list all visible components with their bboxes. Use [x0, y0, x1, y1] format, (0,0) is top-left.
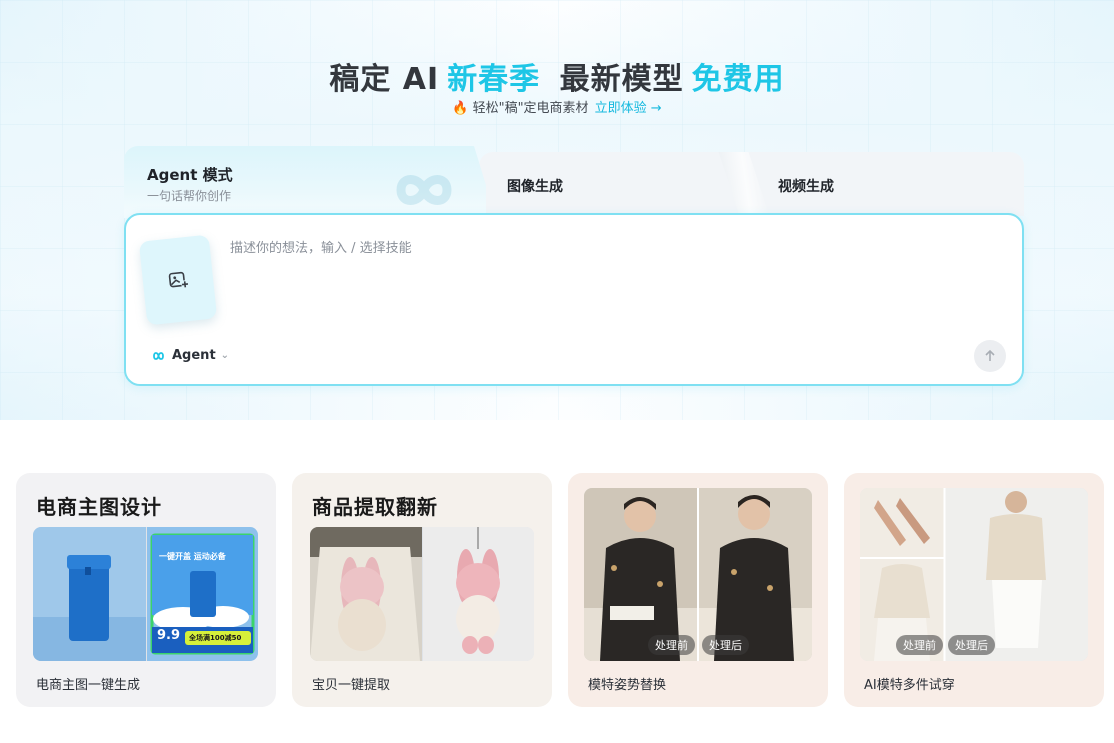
feature-card-pose-swap[interactable]: 处理前 处理后 模特姿势替换	[568, 473, 828, 707]
hero-title-highlight-1: 新春季	[447, 62, 541, 97]
feature-card-try-on[interactable]: 处理前 处理后 AI模特多件试穿	[844, 473, 1104, 707]
upload-image-button[interactable]	[138, 234, 218, 326]
card-title: 电商主图设计	[36, 495, 162, 519]
agent-selector-label: Agent	[172, 348, 216, 363]
card-caption: 模特姿势替换	[588, 678, 667, 693]
arrow-up-icon	[985, 349, 995, 361]
infinity-icon	[153, 351, 164, 360]
hero-title-highlight-2: 免费用	[691, 62, 785, 97]
before-badge: 处理前	[648, 635, 695, 655]
card-preview-image: 处理前 处理后	[584, 488, 812, 661]
hero-subtitle: 轻松"稿"定电商素材	[472, 101, 589, 116]
tab-image-generation[interactable]: 图像生成	[507, 176, 563, 196]
card-title: 商品提取翻新	[312, 495, 438, 519]
card-caption: 电商主图一键生成	[36, 678, 141, 693]
chevron-down-icon: ⌄	[220, 350, 230, 361]
tab-agent-label: Agent 模式	[147, 166, 233, 184]
feature-card-product-extract[interactable]: 商品提取翻新 宝贝一键提取	[292, 473, 552, 707]
feature-card-main-image[interactable]: 电商主图设计 一键开盖 运动必备 9.9 全场满100减50 电商主图一键生成	[16, 473, 276, 707]
fire-icon: 🔥	[452, 101, 469, 116]
tab-agent-sublabel: 一句话帮你创作	[147, 189, 232, 203]
card-preview-image: 一键开盖 运动必备 9.9 全场满100减50	[33, 527, 258, 661]
hero-subtitle-row: 🔥 轻松"稿"定电商素材 立即体验 →	[0, 97, 1114, 116]
hero-title: 稿定 AI 新春季 最新模型 免费用	[0, 54, 1114, 98]
card-preview-image: 处理前 处理后	[860, 488, 1088, 661]
hero-title-middle: 最新模型	[559, 62, 684, 97]
after-badge: 处理后	[702, 635, 749, 655]
agent-selector[interactable]: Agent ⌄	[150, 348, 229, 363]
card-caption: 宝贝一键提取	[312, 678, 391, 693]
prompt-panel: 描述你的想法，输入 / 选择技能 Agent ⌄	[124, 213, 1024, 386]
infinity-watermark-icon	[396, 175, 452, 205]
after-badge: 处理后	[948, 635, 995, 655]
promo-price: 9.9	[157, 628, 181, 643]
tab-video-generation[interactable]: 视频生成	[778, 176, 834, 196]
prompt-input[interactable]: 描述你的想法，输入 / 选择技能	[230, 237, 412, 256]
promo-headline: 一键开盖 运动必备	[159, 552, 226, 561]
hero-title-prefix: 稿定 AI	[329, 62, 440, 97]
model-pose-illustration	[584, 488, 812, 661]
card-preview-image	[310, 527, 534, 661]
try-now-link[interactable]: 立即体验 →	[595, 101, 662, 116]
mode-tabs: Agent 模式 一句话帮你创作 图像生成 视频生成	[124, 146, 1024, 218]
bunny-plush-illustration	[310, 527, 534, 661]
card-caption: AI模特多件试穿	[864, 678, 955, 693]
before-badge: 处理前	[896, 635, 943, 655]
promo-tag: 全场满100减50	[189, 634, 242, 642]
image-add-icon	[168, 271, 189, 288]
send-button[interactable]	[974, 340, 1006, 372]
